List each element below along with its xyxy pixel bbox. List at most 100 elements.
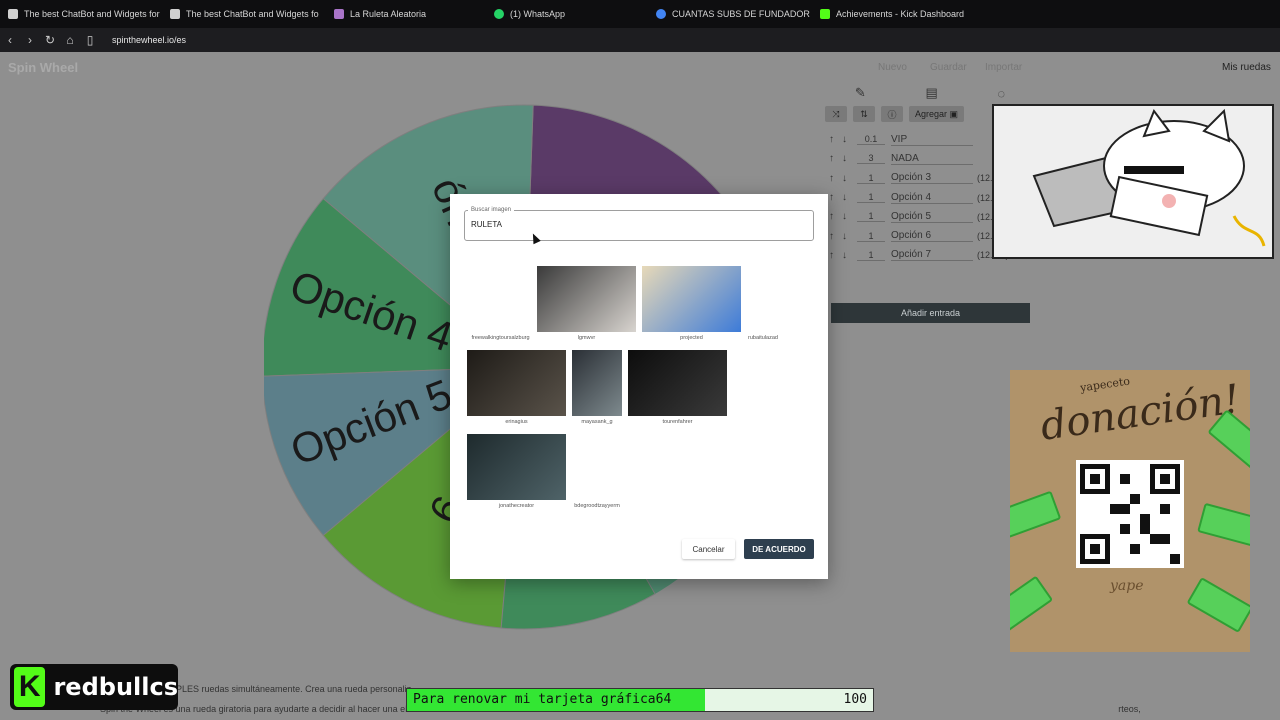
cancel-button[interactable]: Cancelar xyxy=(682,539,735,559)
shuffle-icon[interactable]: ⤨ xyxy=(825,106,847,122)
browser-tab[interactable]: The best ChatBot and Widgets for K xyxy=(0,0,162,28)
move-down-icon[interactable]: ↓ xyxy=(838,153,851,164)
entry-percent: (12. xyxy=(977,173,993,184)
image-result[interactable] xyxy=(464,266,537,332)
add-image-button[interactable]: Agregar ▣ xyxy=(909,106,965,122)
image-result[interactable] xyxy=(467,434,566,500)
entry-name-input[interactable]: Opción 3 xyxy=(891,172,973,185)
entry-name-input[interactable]: Opción 4 xyxy=(891,192,973,204)
search-label: Buscar imagen xyxy=(468,207,515,213)
image-caption: freewalkingtoursalzburg xyxy=(471,335,530,341)
pencil-icon[interactable]: ✎ xyxy=(855,85,866,101)
donation-goal-bar: Para renovar mi tarjeta gráfica64 100 xyxy=(406,688,874,712)
cat-drawing-icon xyxy=(1032,108,1266,247)
ok-button[interactable]: DE ACUERDO xyxy=(744,539,814,559)
move-down-icon[interactable]: ↓ xyxy=(838,211,851,222)
kick-icon xyxy=(820,9,830,19)
image-caption: erinagius xyxy=(505,419,528,425)
kick-brand-overlay: K redbullcs xyxy=(10,664,178,710)
editor-toolbar: ✎ ▤ ◌ xyxy=(825,82,1035,104)
browser-tab-active[interactable]: La Ruleta Aleatoria xyxy=(326,0,486,28)
page-intro-text: PLES ruedas simultáneamente. Crea una ru… xyxy=(176,684,412,694)
money-bill-icon xyxy=(1010,490,1062,540)
image-result[interactable] xyxy=(741,266,785,332)
move-down-icon[interactable]: ↓ xyxy=(838,192,851,203)
back-icon[interactable]: ‹ xyxy=(0,33,20,47)
browser-tab[interactable]: (1) WhatsApp xyxy=(486,0,648,28)
forward-icon[interactable]: › xyxy=(20,33,40,47)
url-field[interactable]: spinthewheel.io/es xyxy=(112,35,186,45)
search-input[interactable] xyxy=(471,220,801,229)
image-result[interactable] xyxy=(628,350,727,416)
image-caption: lgmwvr xyxy=(577,335,596,341)
search-field[interactable] xyxy=(464,210,814,241)
browser-tab[interactable]: CUANTAS SUBS DE FUNDADOR DAN xyxy=(648,0,812,28)
hide-icon[interactable]: ◌ xyxy=(997,86,1005,101)
image-caption: tourenfahrer xyxy=(662,419,693,425)
weight-input[interactable]: 3 xyxy=(857,153,885,165)
weight-input[interactable]: 1 xyxy=(857,211,885,223)
channel-name: redbullcs xyxy=(53,673,178,701)
bookmark-icon[interactable]: ▯ xyxy=(80,33,100,47)
browser-tab[interactable]: The best ChatBot and Widgets fo xyxy=(162,0,326,28)
whatsapp-icon xyxy=(494,9,504,19)
site-logo[interactable]: Spin Wheel xyxy=(8,60,78,75)
import-button[interactable]: Importar xyxy=(985,62,1022,73)
entry-name-input[interactable]: Opción 7 xyxy=(891,249,973,262)
my-wheels-button[interactable]: Mis ruedas xyxy=(1222,62,1271,73)
weight-input[interactable]: 0.1 xyxy=(857,134,885,146)
weight-input[interactable]: 1 xyxy=(857,173,885,184)
image-result[interactable] xyxy=(537,266,636,332)
image-result[interactable] xyxy=(467,350,566,416)
image-result[interactable] xyxy=(572,350,622,416)
weight-input[interactable]: 1 xyxy=(857,231,885,242)
weight-input[interactable]: 1 xyxy=(857,250,885,261)
image-search-dialog: Buscar imagen freewalkingtoursalzburg lgm… xyxy=(450,194,828,579)
money-bill-icon xyxy=(1186,577,1250,633)
sort-icon[interactable]: ⇅ xyxy=(853,106,875,122)
entry-name-input[interactable]: Opción 6 xyxy=(891,230,973,243)
browser-tabbar: The best ChatBot and Widgets for K The b… xyxy=(0,0,1280,28)
move-down-icon[interactable]: ↓ xyxy=(838,250,851,261)
image-result[interactable] xyxy=(572,434,622,500)
entry-name-input[interactable]: NADA xyxy=(891,153,973,165)
home-icon[interactable]: ⌂ xyxy=(60,33,80,47)
yape-logo: yape xyxy=(1110,578,1144,594)
clipboard-icon[interactable]: ▤ xyxy=(925,85,937,101)
image-caption: projected xyxy=(680,335,703,341)
qr-pattern xyxy=(1080,464,1180,564)
entry-name-input[interactable]: Opción 5 xyxy=(891,211,973,223)
image-result[interactable] xyxy=(642,266,741,332)
entry-name-input[interactable]: VIP xyxy=(891,134,973,146)
move-down-icon[interactable]: ↓ xyxy=(838,231,851,242)
move-down-icon[interactable]: ↓ xyxy=(838,134,851,145)
tab-favicon-icon xyxy=(334,9,344,19)
move-up-icon[interactable]: ↑ xyxy=(825,134,838,145)
move-up-icon[interactable]: ↑ xyxy=(825,153,838,164)
address-bar: ‹ › ↻ ⌂ ▯ spinthewheel.io/es xyxy=(0,28,1280,52)
save-button[interactable]: Guardar xyxy=(930,62,967,73)
add-entry-button[interactable]: Añadir entrada xyxy=(831,303,1030,323)
image-caption: jonathecreator xyxy=(498,503,535,509)
kick-logo-icon: K xyxy=(14,667,46,707)
reload-icon[interactable]: ↻ xyxy=(40,33,60,47)
donation-overlay: yapeceto donación! yape xyxy=(1010,370,1250,652)
move-down-icon[interactable]: ↓ xyxy=(838,173,851,184)
new-button[interactable]: Nuevo xyxy=(878,62,907,73)
money-bill-icon xyxy=(1197,502,1250,548)
image-caption: mayasank_g xyxy=(581,419,613,425)
browser-tab[interactable]: Achievements - Kick Dashboard xyxy=(812,0,976,28)
qr-code-icon xyxy=(1076,460,1184,568)
weight-input[interactable]: 1 xyxy=(857,192,885,204)
google-icon xyxy=(656,9,666,19)
tab-favicon-icon xyxy=(8,9,18,19)
tab-favicon-icon xyxy=(170,9,180,19)
goal-value: 100 xyxy=(843,692,867,707)
move-up-icon[interactable]: ↑ xyxy=(825,173,838,184)
entry-percent: (12. xyxy=(977,192,993,203)
image-caption: rubaitulazad xyxy=(748,335,778,341)
money-bill-icon xyxy=(1010,575,1054,635)
cat-overlay xyxy=(992,104,1274,259)
donation-title: donación! xyxy=(1037,376,1243,450)
info-icon[interactable]: ⓘ xyxy=(881,106,903,122)
